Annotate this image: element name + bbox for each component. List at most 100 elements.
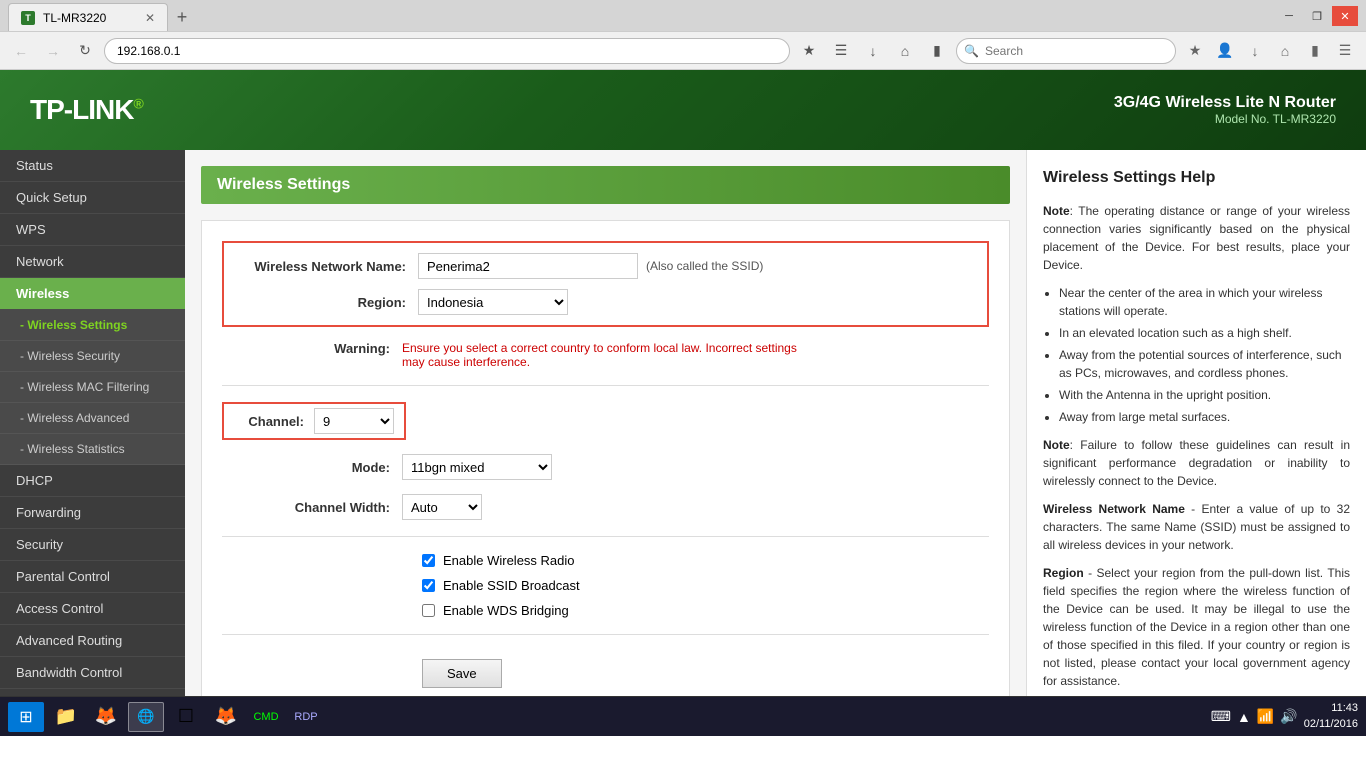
enable-ssid-broadcast-label[interactable]: Enable SSID Broadcast [443, 578, 580, 593]
channel-width-row: Channel Width: Auto 20MHz 40MHz [222, 494, 989, 520]
enable-wireless-radio-checkbox[interactable] [422, 554, 435, 567]
model-number: Model No. TL-MR3220 [1114, 112, 1336, 126]
new-tab-button[interactable]: + [168, 3, 196, 31]
download-button[interactable]: ↓ [860, 38, 886, 64]
wireless-settings-form: Wireless Network Name: (Also called the … [201, 220, 1010, 696]
save-button[interactable]: Save [422, 659, 502, 688]
help-note1: Note: The operating distance or range of… [1043, 202, 1350, 274]
home-button[interactable]: ⌂ [892, 38, 918, 64]
tab-bar: T TL-MR3220 ✕ + [0, 0, 1366, 31]
tray-network-icon[interactable]: ▲ [1237, 709, 1251, 725]
taskbar-remote[interactable]: RDP [288, 702, 324, 732]
enable-ssid-broadcast-checkbox[interactable] [422, 579, 435, 592]
nav-icons: ★ 👤 ↓ ⌂ ▮ ☰ [1182, 38, 1358, 64]
shield-button[interactable]: ▮ [924, 38, 950, 64]
sidebar-item-wireless-mac-filtering[interactable]: - Wireless MAC Filtering [0, 372, 185, 403]
sidebar-item-access-control[interactable]: Access Control [0, 593, 185, 625]
sidebar-item-parental-control[interactable]: Parental Control [0, 561, 185, 593]
active-tab[interactable]: T TL-MR3220 ✕ [8, 3, 168, 31]
network-name-row: Wireless Network Name: (Also called the … [238, 253, 973, 279]
taskbar-virtualbox[interactable]: ☐ [168, 702, 204, 732]
maximize-button[interactable]: ❐ [1304, 6, 1330, 26]
help-note2: Note: Failure to follow these guidelines… [1043, 436, 1350, 490]
tray-network2-icon[interactable]: 📶 [1257, 708, 1274, 725]
enable-wds-bridging-label[interactable]: Enable WDS Bridging [443, 603, 569, 618]
channel-select[interactable]: 9 1234 5678 1011Auto [314, 408, 394, 434]
router-header: TP-LINK® 3G/4G Wireless Lite N Router Mo… [0, 70, 1366, 150]
taskbar-terminal[interactable]: CMD [248, 702, 284, 732]
enable-wds-bridging-checkbox[interactable] [422, 604, 435, 617]
region-row: Region: Indonesia United States Other [238, 289, 973, 315]
sidebar-item-wireless-advanced[interactable]: - Wireless Advanced [0, 403, 185, 434]
refresh-button[interactable]: ↻ [72, 38, 98, 64]
tab-close-button[interactable]: ✕ [145, 11, 155, 25]
taskbar-firefox2[interactable]: 🦊 [208, 702, 244, 732]
taskbar-firefox[interactable]: 🦊 [88, 702, 124, 732]
help-region: Region - Select your region from the pul… [1043, 564, 1350, 690]
sidebar-item-wps[interactable]: WPS [0, 214, 185, 246]
divider1 [222, 385, 989, 386]
help-title: Wireless Settings Help [1043, 166, 1350, 190]
sidebar-item-forwarding[interactable]: Forwarding [0, 497, 185, 529]
address-bar[interactable] [104, 38, 790, 64]
back-button[interactable]: ← [8, 38, 34, 64]
sidebar-item-wireless-statistics[interactable]: - Wireless Statistics [0, 434, 185, 465]
menu-button[interactable]: ☰ [1332, 38, 1358, 64]
home2-button[interactable]: ⌂ [1272, 38, 1298, 64]
shield2-button[interactable]: ▮ [1302, 38, 1328, 64]
enable-wireless-radio-row: Enable Wireless Radio [422, 553, 989, 568]
help-list-item: In an elevated location such as a high s… [1059, 324, 1350, 342]
main-layout: Status Quick Setup WPS Network Wireless … [0, 150, 1366, 696]
network-name-label: Wireless Network Name: [238, 259, 418, 274]
sync-button[interactable]: 👤 [1212, 38, 1238, 64]
sidebar-item-security[interactable]: Security [0, 529, 185, 561]
channel-row: Channel: 9 1234 5678 1011Auto [222, 402, 989, 440]
tray-keyboard-icon[interactable]: ⌨ [1211, 708, 1231, 725]
ssid-region-highlight-box: Wireless Network Name: (Also called the … [222, 241, 989, 327]
search-input[interactable] [956, 38, 1176, 64]
model-type: 3G/4G Wireless Lite N Router [1114, 94, 1336, 112]
clock-date: 02/11/2016 [1304, 717, 1358, 732]
sidebar-item-quicksetup[interactable]: Quick Setup [0, 182, 185, 214]
channel-label: Channel: [234, 414, 314, 429]
forward-button[interactable]: → [40, 38, 66, 64]
sidebar-item-wireless[interactable]: Wireless [0, 278, 185, 310]
search-container: 🔍 [956, 38, 1176, 64]
taskbar-tray: ⌨ ▲ 📶 🔊 11:43 02/11/2016 [1211, 701, 1358, 732]
tray-sound-icon[interactable]: 🔊 [1280, 708, 1297, 725]
sidebar-item-wireless-settings[interactable]: - Wireless Settings [0, 310, 185, 341]
sidebar-item-advanced-routing[interactable]: Advanced Routing [0, 625, 185, 657]
tab-favicon: T [21, 11, 35, 25]
channel-width-select[interactable]: Auto 20MHz 40MHz [402, 494, 482, 520]
taskbar-file-explorer[interactable]: 📁 [48, 702, 84, 732]
help-list: Near the center of the area in which you… [1059, 284, 1350, 426]
minimize-button[interactable]: ─ [1276, 6, 1302, 26]
bookmarks-button[interactable]: ★ [1182, 38, 1208, 64]
help-ssid-title: Wireless Network Name [1043, 502, 1185, 516]
sidebar-item-network[interactable]: Network [0, 246, 185, 278]
mode-label: Mode: [222, 460, 402, 475]
network-name-input[interactable] [418, 253, 638, 279]
region-select[interactable]: Indonesia United States Other [418, 289, 568, 315]
close-button[interactable]: ✕ [1332, 6, 1358, 26]
start-button[interactable]: ⊞ [8, 702, 44, 732]
bookmark-star-button[interactable]: ★ [796, 38, 822, 64]
help-list-item: Away from the potential sources of inter… [1059, 346, 1350, 382]
sidebar-item-bandwidth-control[interactable]: Bandwidth Control [0, 657, 185, 689]
help-note2-bold: Note [1043, 438, 1070, 452]
enable-wireless-radio-label[interactable]: Enable Wireless Radio [443, 553, 575, 568]
sidebar-item-wireless-security[interactable]: - Wireless Security [0, 341, 185, 372]
reader-view-button[interactable]: ☰ [828, 38, 854, 64]
sidebar-item-ip-mac-binding[interactable]: IP & MAC Binding [0, 689, 185, 696]
mode-select[interactable]: 11bgn mixed 11b only 11g only 11n only [402, 454, 552, 480]
help-list-item: Near the center of the area in which you… [1059, 284, 1350, 320]
sidebar-item-dhcp[interactable]: DHCP [0, 465, 185, 497]
ssid-note: (Also called the SSID) [646, 259, 763, 273]
sidebar-item-status[interactable]: Status [0, 150, 185, 182]
help-note1-bold: Note [1043, 204, 1070, 218]
page-title: Wireless Settings [201, 166, 1010, 204]
download2-button[interactable]: ↓ [1242, 38, 1268, 64]
taskbar-browser-active[interactable]: 🌐 [128, 702, 164, 732]
taskbar: ⊞ 📁 🦊 🌐 ☐ 🦊 CMD RDP ⌨ ▲ 📶 🔊 11:43 02/11/… [0, 696, 1366, 736]
help-list-item: With the Antenna in the upright position… [1059, 386, 1350, 404]
